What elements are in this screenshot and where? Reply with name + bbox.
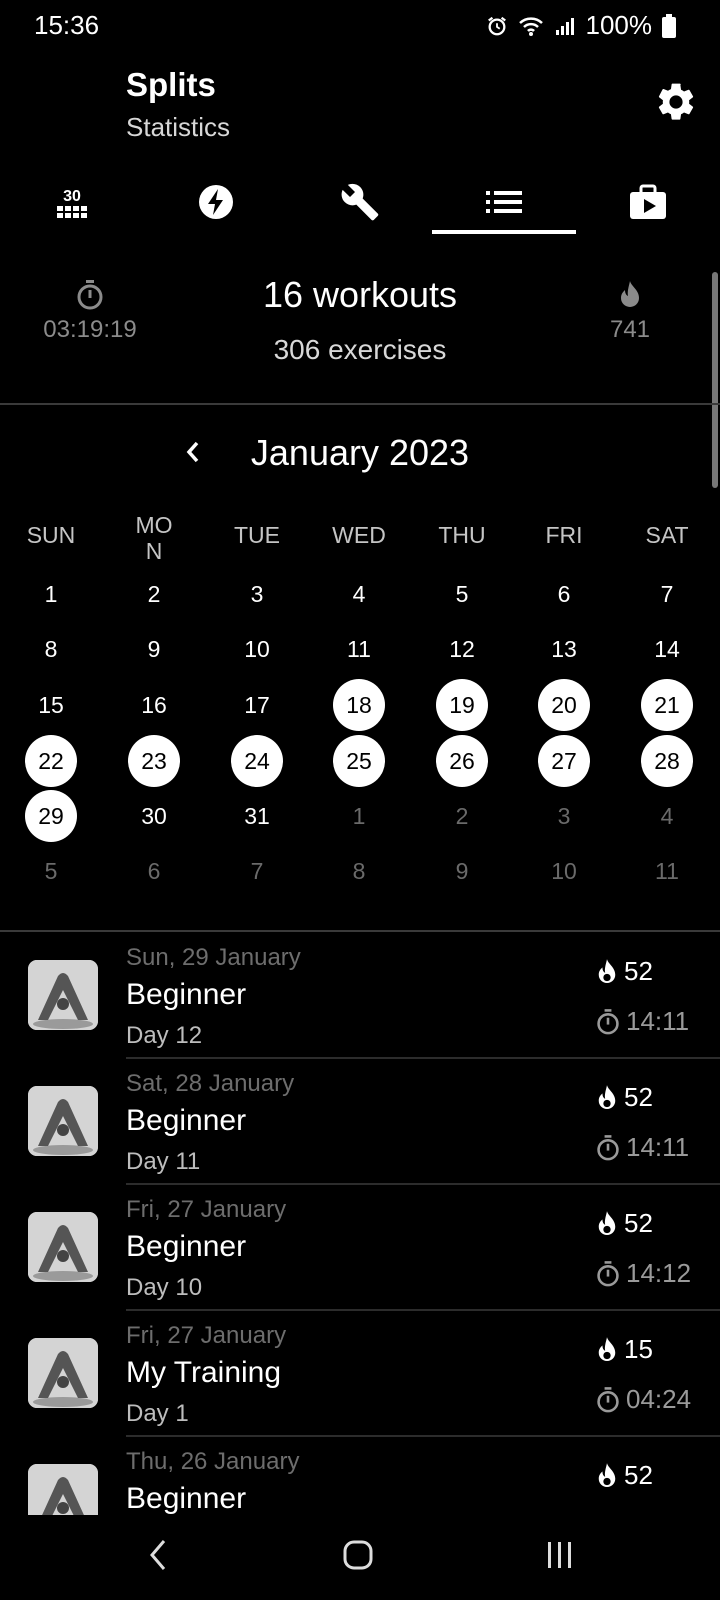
calendar-day[interactable]: 12	[436, 623, 488, 675]
calendar-day[interactable]: 8	[333, 845, 385, 897]
list-item[interactable]	[0, 1070, 720, 1196]
home-icon	[343, 1540, 373, 1570]
weekday-label: WED	[332, 522, 386, 548]
svg-text:30: 30	[63, 188, 81, 205]
list-divider	[126, 1183, 720, 1185]
calendar-day[interactable]: 17	[231, 679, 283, 731]
settings-button[interactable]	[654, 80, 698, 124]
calendar-day[interactable]: 5	[436, 568, 488, 620]
calendar-day[interactable]: 26	[436, 735, 488, 787]
home-button[interactable]	[328, 1530, 388, 1580]
tab-quick-workout[interactable]	[144, 170, 288, 234]
calendar-day[interactable]: 4	[641, 790, 693, 842]
weekday-label: FRI	[545, 522, 583, 548]
calendar-day[interactable]: 19	[436, 679, 488, 731]
list-divider	[126, 1309, 720, 1311]
list-divider	[126, 1435, 720, 1437]
weekday-label: SAT	[645, 522, 689, 548]
calendar-day[interactable]: 15	[25, 679, 77, 731]
calendar-day[interactable]: 3	[538, 790, 590, 842]
calendar-day[interactable]: 14	[641, 623, 693, 675]
calendar-day[interactable]: 6	[128, 845, 180, 897]
calendar-day[interactable]: 1	[333, 790, 385, 842]
video-briefcase-icon	[630, 184, 666, 219]
tab-indicator	[432, 230, 576, 234]
calendar-day[interactable]: 6	[538, 568, 590, 620]
calendar-day[interactable]: 29	[25, 790, 77, 842]
weekday-label: MO N	[135, 512, 173, 564]
calendar-day[interactable]: 11	[333, 623, 385, 675]
calendar-day[interactable]: 23	[128, 735, 180, 787]
total-calories: 741	[590, 280, 670, 344]
page-subtitle: Statistics	[126, 112, 231, 142]
calendar-day[interactable]: 11	[641, 845, 693, 897]
calendar-day[interactable]: 28	[641, 735, 693, 787]
app-title: Splits	[126, 66, 216, 103]
recents-icon	[548, 1542, 571, 1568]
gear-icon	[658, 83, 694, 120]
back-button[interactable]	[128, 1530, 188, 1580]
alarm-icon	[487, 16, 506, 35]
calendar-day[interactable]: 2	[128, 568, 180, 620]
battery-percent: 100%	[585, 10, 653, 40]
calendar-day[interactable]: 27	[538, 735, 590, 787]
tab-videos[interactable]	[576, 170, 720, 234]
weekday-label: SUN	[26, 522, 76, 548]
list-divider	[126, 1057, 720, 1059]
calendar-day[interactable]: 7	[641, 568, 693, 620]
calendar-day[interactable]: 9	[436, 845, 488, 897]
calendar-day[interactable]: 20	[538, 679, 590, 731]
wrench-icon	[341, 183, 379, 221]
wifi-icon	[518, 16, 543, 36]
calendar-day[interactable]: 16	[128, 679, 180, 731]
calendar-day[interactable]: 21	[641, 679, 693, 731]
month-title: January 2023	[250, 432, 470, 473]
tab-statistics[interactable]	[432, 170, 576, 234]
calories-value: 741	[609, 316, 651, 343]
back-icon	[150, 1540, 166, 1570]
recents-button[interactable]	[530, 1530, 590, 1580]
divider	[0, 930, 720, 932]
list-item[interactable]	[0, 1322, 720, 1448]
calendar-day[interactable]: 4	[333, 568, 385, 620]
calendar-day[interactable]: 31	[231, 790, 283, 842]
calendar-day[interactable]: 10	[231, 623, 283, 675]
battery-icon	[662, 13, 676, 38]
list-icon	[486, 191, 522, 213]
calendar-day[interactable]: 13	[538, 623, 590, 675]
calendar-day[interactable]: 22	[25, 735, 77, 787]
weekday-label: TUE	[234, 522, 280, 548]
flame-icon	[621, 281, 639, 307]
calendar-day[interactable]: 2	[436, 790, 488, 842]
list-item[interactable]	[0, 1196, 720, 1322]
calendar-day[interactable]: 25	[333, 735, 385, 787]
calendar-day[interactable]: 3	[231, 568, 283, 620]
calendar-day[interactable]: 30	[128, 790, 180, 842]
calendar-day[interactable]: 5	[25, 845, 77, 897]
divider	[0, 403, 720, 405]
calendar-day[interactable]: 18	[333, 679, 385, 731]
calendar-day[interactable]: 9	[128, 623, 180, 675]
calendar-day[interactable]: 1	[25, 568, 77, 620]
signal-icon	[555, 17, 574, 35]
calendar-day[interactable]: 10	[538, 845, 590, 897]
30-day-calendar-icon: 30	[57, 188, 87, 218]
tab-30-day[interactable]: 30	[0, 170, 144, 234]
status-time: 15:36	[34, 10, 100, 40]
calendar-day[interactable]: 24	[231, 735, 283, 787]
tab-tools[interactable]	[288, 170, 432, 234]
calendar-day[interactable]: 7	[231, 845, 283, 897]
weekday-label: THU	[438, 522, 486, 548]
list-item[interactable]	[0, 944, 720, 1070]
lightning-icon	[199, 185, 233, 219]
calendar-day[interactable]: 8	[25, 623, 77, 675]
status-icons: 100%	[486, 10, 676, 41]
